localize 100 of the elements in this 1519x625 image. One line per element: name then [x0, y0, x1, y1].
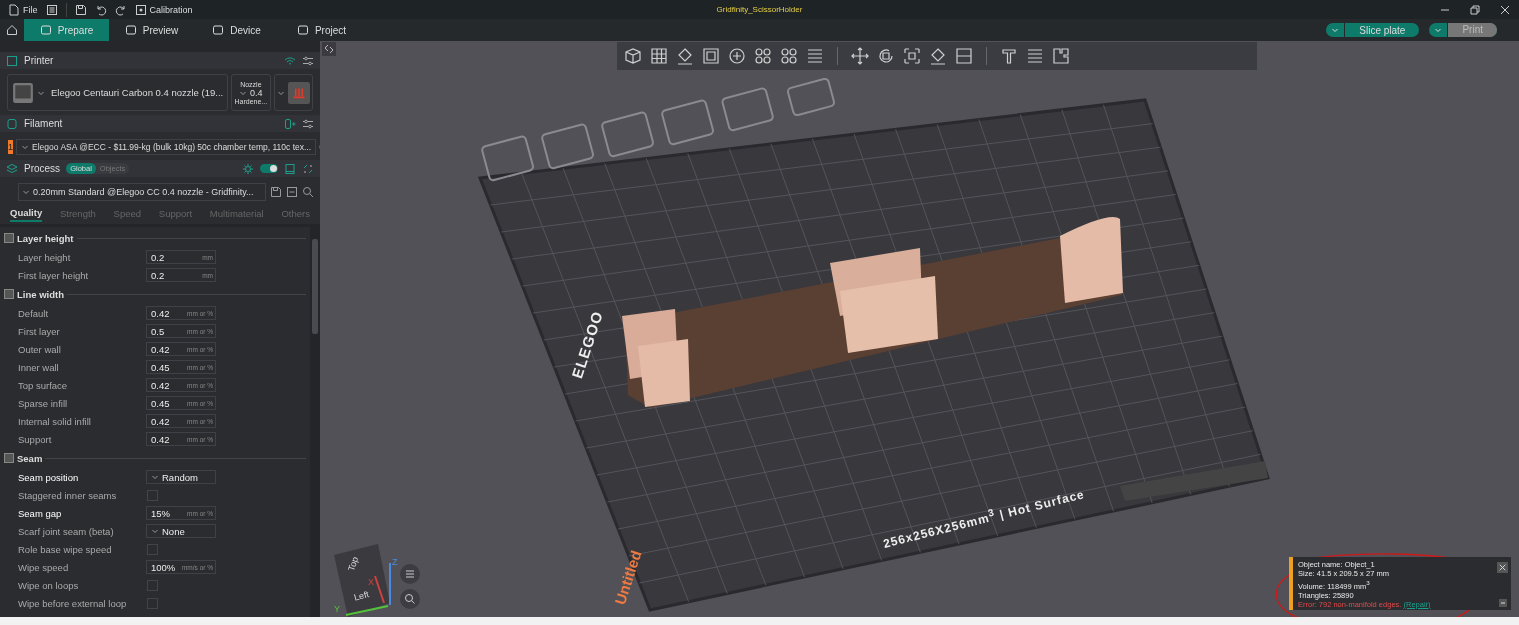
minus-icon[interactable]: [286, 186, 298, 198]
main-tab[interactable]: Prepare: [24, 19, 109, 41]
filament-icon: [6, 117, 18, 130]
settings-tab[interactable]: Quality: [10, 206, 43, 222]
save-icon[interactable]: [74, 3, 87, 16]
section-title: Printer: [24, 55, 54, 66]
setting-label: Inner wall: [18, 361, 60, 373]
frame-icon[interactable]: [701, 46, 721, 66]
diamond-icon[interactable]: [675, 46, 695, 66]
save-icon[interactable]: [270, 186, 282, 198]
menu-button[interactable]: [400, 564, 420, 584]
file-icon: [8, 3, 20, 16]
view-cube-drawing[interactable]: [334, 544, 391, 617]
action-button[interactable]: Slice plate: [1326, 23, 1420, 37]
rotate-icon[interactable]: [876, 46, 896, 66]
collapse-icon[interactable]: [322, 42, 336, 56]
home-icon[interactable]: [6, 24, 18, 36]
setting-label: Internal solid infill: [18, 415, 92, 427]
text-icon[interactable]: [999, 46, 1019, 66]
checkbox[interactable]: [147, 597, 158, 609]
layers-icon: [6, 162, 18, 175]
setting-label: Wipe on loops: [18, 579, 80, 591]
circle-plus-icon[interactable]: [727, 46, 747, 66]
group-icon: [4, 233, 14, 243]
printer-selector[interactable]: Elegoo Centauri Carbon 0.4 nozzle (19...: [7, 74, 229, 111]
cube-face-label: Left: [352, 589, 371, 603]
checkbox[interactable]: [147, 543, 158, 555]
main-tab[interactable]: Project: [279, 19, 364, 41]
setting-label: Wipe speed: [18, 561, 70, 573]
rounded-square-icon: [39, 24, 52, 36]
file-menu[interactable]: File: [8, 3, 38, 16]
caret-icon: [151, 527, 159, 535]
list-icon[interactable]: [45, 3, 58, 16]
lines-icon[interactable]: [1025, 46, 1045, 66]
group-title: Line width: [17, 288, 64, 300]
cube-icon[interactable]: [623, 46, 643, 66]
setting-label: Layer height: [18, 251, 72, 263]
four-circles-icon[interactable]: [753, 46, 773, 66]
wifi-icon[interactable]: [284, 54, 296, 67]
setting-label: Support: [18, 433, 53, 445]
toggle-switch[interactable]: [260, 164, 278, 173]
minimize-icon[interactable]: [1499, 599, 1507, 607]
printer-icon: [6, 54, 18, 67]
heated-bed-icon: [287, 81, 310, 104]
filament-color-swatch[interactable]: 1: [8, 140, 13, 154]
cube-face-label: Top: [346, 555, 361, 573]
setting-label: Outer wall: [18, 343, 62, 355]
redo-icon[interactable]: [114, 3, 127, 16]
search-icon[interactable]: [302, 186, 314, 198]
eraser-icon[interactable]: [928, 46, 948, 66]
puzzle-icon[interactable]: [1051, 46, 1071, 66]
setting-label: First layer height: [18, 269, 90, 281]
checkbox[interactable]: [147, 489, 158, 501]
split-icon[interactable]: [954, 46, 974, 66]
scrollbar[interactable]: [310, 227, 320, 617]
settings-icon[interactable]: [302, 117, 314, 130]
dropdown[interactable]: Random: [146, 470, 216, 484]
setting-label: Top surface: [18, 379, 69, 391]
setting-label: Default: [18, 307, 50, 319]
four-circles-icon[interactable]: [779, 46, 799, 66]
preset-selector[interactable]: 0.20mm Standard @Elegoo CC 0.4 nozzle - Gridfinity...: [18, 183, 266, 201]
caret-icon: [1434, 26, 1443, 34]
setting-label: First layer: [18, 325, 61, 337]
section-title: Process: [24, 163, 61, 174]
group-icon: [4, 289, 14, 299]
axis-label: X: [368, 577, 374, 587]
rounded-square-icon: [296, 24, 309, 36]
filament-selector[interactable]: Elegoo ASA @ECC - $11.99-kg (bulk 10kg) 50c chamber temp, 110c tex...: [16, 139, 317, 155]
setting-label: Seam position: [18, 471, 80, 483]
lines-icon[interactable]: [805, 46, 825, 66]
setting-label: Seam gap: [18, 507, 63, 519]
dropdown[interactable]: None: [146, 524, 216, 538]
compare-icon[interactable]: [302, 162, 314, 175]
main-tab[interactable]: Device: [194, 19, 279, 41]
close-icon[interactable]: [1497, 562, 1508, 573]
calibration-button[interactable]: Calibration: [134, 3, 193, 16]
rounded-square-icon: [124, 24, 137, 36]
checkbox[interactable]: [147, 579, 158, 591]
close-icon[interactable]: [1499, 3, 1511, 16]
axis-label: Y: [334, 604, 340, 614]
scale-icon[interactable]: [902, 46, 922, 66]
settings-icon[interactable]: [302, 54, 314, 67]
gear-icon[interactable]: [242, 162, 254, 175]
section-title: Filament: [24, 118, 63, 129]
caret-icon: [1331, 26, 1340, 34]
undo-icon[interactable]: [94, 3, 107, 16]
add-filament-icon[interactable]: [284, 117, 296, 130]
document-icon[interactable]: [284, 162, 296, 175]
axis-label: Z: [392, 557, 398, 567]
bed-selector[interactable]: [273, 74, 313, 111]
search-button[interactable]: [400, 589, 420, 609]
move-icon[interactable]: [850, 46, 870, 66]
calibration-icon: [134, 3, 147, 16]
restore-icon[interactable]: [1469, 3, 1481, 16]
main-tab[interactable]: Preview: [109, 19, 194, 41]
grid-icon[interactable]: [649, 46, 669, 66]
setting-label: Staggered inner seams: [18, 489, 118, 501]
group-title: Layer height: [17, 232, 74, 244]
rounded-square-icon: [212, 24, 225, 36]
setting-label: Role base wipe speed: [18, 543, 113, 555]
